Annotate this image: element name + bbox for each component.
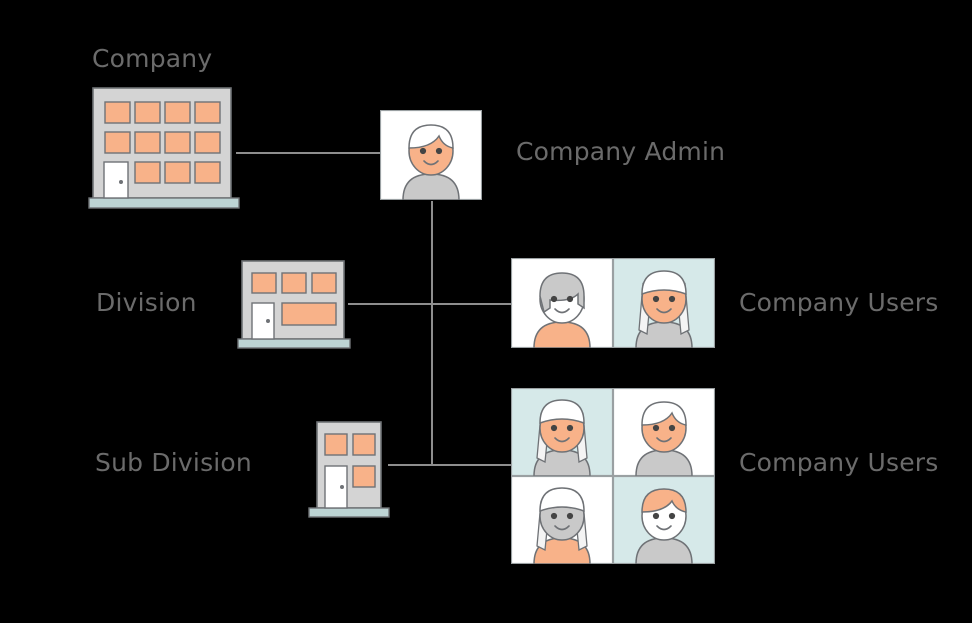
node-division-building[interactable] <box>237 259 351 351</box>
avatar-cell-1 <box>511 258 614 348</box>
connector-admin-vertical-trunk <box>431 201 433 465</box>
connector-division-to-users <box>348 303 512 305</box>
avatar-cell-1 <box>511 388 614 477</box>
avatar-cell-2 <box>612 258 715 348</box>
office-building-medium-icon <box>237 260 351 349</box>
avatar-cell-4 <box>612 475 715 564</box>
connector-subdivision-to-users <box>388 464 512 466</box>
label-company-users-top: Company Users <box>739 288 939 317</box>
label-sub-division: Sub Division <box>95 448 252 477</box>
avatar-group-icon <box>511 388 715 564</box>
node-company-admin-avatar[interactable] <box>380 110 482 200</box>
label-company: Company <box>92 44 213 73</box>
office-building-large-icon <box>88 87 240 209</box>
avatar-cell-3 <box>511 475 614 564</box>
label-company-users-bottom: Company Users <box>739 448 939 477</box>
diagram-canvas: Company Company Admin Division Company U… <box>0 0 972 623</box>
label-company-admin: Company Admin <box>516 137 726 166</box>
label-division: Division <box>96 288 197 317</box>
node-sub-division-building[interactable] <box>307 420 391 518</box>
avatar-cell-2 <box>612 388 715 477</box>
avatar-icon <box>380 110 482 200</box>
node-company-building[interactable] <box>88 86 240 214</box>
avatar-group-icon <box>511 258 715 348</box>
connector-company-to-admin <box>236 152 382 154</box>
node-company-users-top[interactable] <box>511 258 715 348</box>
office-building-small-icon <box>308 421 390 518</box>
node-company-users-bottom[interactable] <box>511 388 715 564</box>
